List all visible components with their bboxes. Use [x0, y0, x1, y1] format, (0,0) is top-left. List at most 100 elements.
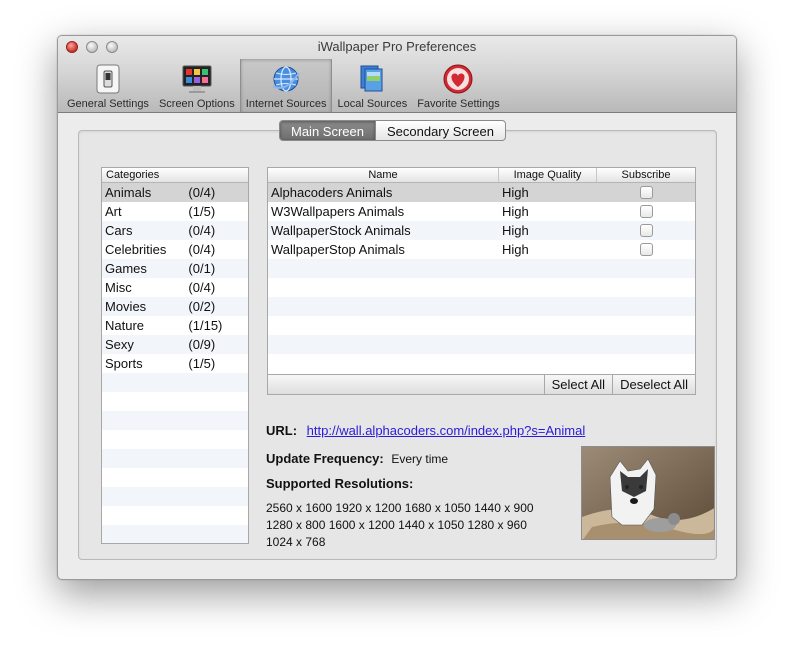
category-name: Games [105, 261, 147, 276]
tab-local-sources[interactable]: Local Sources [332, 59, 412, 112]
category-name: Celebrities [105, 242, 167, 257]
source-row[interactable]: WallpaperStop Animals High [268, 240, 695, 259]
category-count: (0/4) [188, 280, 216, 295]
category-name: Cars [105, 223, 133, 238]
category-count: (0/2) [188, 299, 216, 314]
tab-label: Favorite Settings [417, 98, 500, 110]
category-row[interactable]: Animals (0/4) [102, 183, 248, 202]
empty-row [268, 335, 695, 354]
source-name: W3Wallpapers Animals [271, 204, 405, 219]
source-name: WallpaperStop Animals [271, 242, 405, 257]
source-name: Alphacoders Animals [271, 185, 393, 200]
tab-favorite-settings[interactable]: Favorite Settings [412, 59, 505, 112]
subscribe-cell [597, 183, 695, 202]
tab-label: General Settings [67, 98, 149, 110]
empty-row [268, 354, 695, 373]
source-quality: High [502, 185, 529, 200]
sources-table[interactable]: Name Image Quality Subscribe Alphacoders… [267, 167, 696, 395]
select-all-button[interactable]: Select All [543, 375, 612, 394]
update-frequency-row: Update Frequency: Every time [266, 451, 448, 466]
supported-resolutions-label: Supported Resolutions: [266, 476, 414, 491]
source-quality: High [502, 223, 529, 238]
preferences-toolbar: General Settings Screen Options Internet… [62, 59, 505, 112]
content-area: Main Screen Secondary Screen Categories … [58, 114, 736, 579]
subscribe-cell [597, 202, 695, 221]
internet-sources-panel: Categories Animals (0/4) Art (1/5) Cars (0/4)… [78, 130, 717, 560]
source-name: WallpaperStock Animals [271, 223, 411, 238]
empty-row [102, 430, 248, 449]
categories-rows: Animals (0/4) Art (1/5) Cars (0/4) Celebrities… [102, 183, 248, 543]
source-row[interactable]: Alphacoders Animals High [268, 183, 695, 202]
subscribe-cell [597, 221, 695, 240]
source-quality: High [502, 242, 529, 257]
empty-row [102, 525, 248, 543]
supported-resolutions-text: 2560 x 1600 1920 x 1200 1680 x 1050 1440… [266, 501, 534, 549]
category-row[interactable]: Movies (0/2) [102, 297, 248, 316]
category-row[interactable]: Cars (0/4) [102, 221, 248, 240]
empty-row [102, 411, 248, 430]
column-subscribe[interactable]: Subscribe [597, 168, 695, 182]
subscribe-checkbox[interactable] [639, 224, 653, 237]
empty-row [102, 373, 248, 392]
subscribe-checkbox[interactable] [639, 186, 653, 199]
subscribe-checkbox[interactable] [639, 205, 653, 218]
source-url-link[interactable]: http://wall.alphacoders.com/index.php?s=… [307, 423, 586, 438]
table-button-bar: Select All Deselect All [268, 374, 695, 394]
category-name: Nature [105, 318, 145, 333]
category-count: (0/4) [188, 185, 216, 200]
empty-row [102, 506, 248, 525]
category-name: Sexy [105, 337, 134, 352]
subscribe-checkbox[interactable] [639, 243, 653, 256]
tab-general-settings[interactable]: General Settings [62, 59, 154, 112]
sources-table-header: Name Image Quality Subscribe [268, 168, 695, 183]
empty-row [268, 278, 695, 297]
category-name: Sports [105, 356, 143, 371]
deselect-all-button[interactable]: Deselect All [612, 375, 695, 394]
sources-rows: Alphacoders Animals High W3Wallpapers Anim… [268, 183, 695, 373]
tab-screen-options[interactable]: Screen Options [154, 59, 240, 112]
category-count: (1/15) [188, 318, 223, 333]
wallpaper-preview-image [581, 446, 715, 540]
empty-row [102, 449, 248, 468]
column-name[interactable]: Name [268, 168, 499, 182]
category-count: (0/4) [188, 223, 216, 238]
column-image-quality[interactable]: Image Quality [499, 168, 597, 182]
categories-list[interactable]: Categories Animals (0/4) Art (1/5) Cars (0/4)… [101, 167, 249, 544]
empty-row [268, 259, 695, 278]
category-row[interactable]: Celebrities (0/4) [102, 240, 248, 259]
update-frequency-value: Every time [391, 452, 449, 466]
empty-row [268, 316, 695, 335]
category-row[interactable]: Games (0/1) [102, 259, 248, 278]
source-quality: High [502, 204, 529, 219]
source-row[interactable]: WallpaperStock Animals High [268, 221, 695, 240]
category-name: Animals [105, 185, 152, 200]
category-row[interactable]: Art (1/5) [102, 202, 248, 221]
category-row[interactable]: Misc (0/4) [102, 278, 248, 297]
secondary-screen-segment[interactable]: Secondary Screen [374, 121, 505, 140]
globe-icon [270, 63, 302, 95]
category-name: Misc [105, 280, 132, 295]
screen-segmented-control: Main Screen Secondary Screen [279, 120, 506, 141]
category-name: Movies [105, 299, 147, 314]
empty-row [268, 297, 695, 316]
category-row[interactable]: Sports (1/5) [102, 354, 248, 373]
category-row[interactable]: Sexy (0/9) [102, 335, 248, 354]
monitor-icon [181, 63, 213, 95]
tab-label: Internet Sources [245, 98, 327, 110]
heart-icon [442, 63, 474, 95]
window-title: iWallpaper Pro Preferences [317, 39, 477, 54]
source-row[interactable]: W3Wallpapers Animals High [268, 202, 695, 221]
category-count: (0/9) [188, 337, 216, 352]
update-frequency-label: Update Frequency: [266, 451, 384, 466]
subscribe-cell [597, 240, 695, 259]
category-row[interactable]: Nature (1/15) [102, 316, 248, 335]
empty-row [102, 487, 248, 506]
category-count: (0/4) [188, 242, 216, 257]
main-screen-segment[interactable]: Main Screen [280, 121, 375, 140]
tab-label: Screen Options [158, 98, 235, 110]
category-count: (1/5) [188, 356, 216, 371]
tab-internet-sources[interactable]: Internet Sources [239, 59, 333, 112]
category-count: (1/5) [188, 204, 216, 219]
empty-row [102, 468, 248, 487]
url-label: URL: [266, 423, 298, 438]
